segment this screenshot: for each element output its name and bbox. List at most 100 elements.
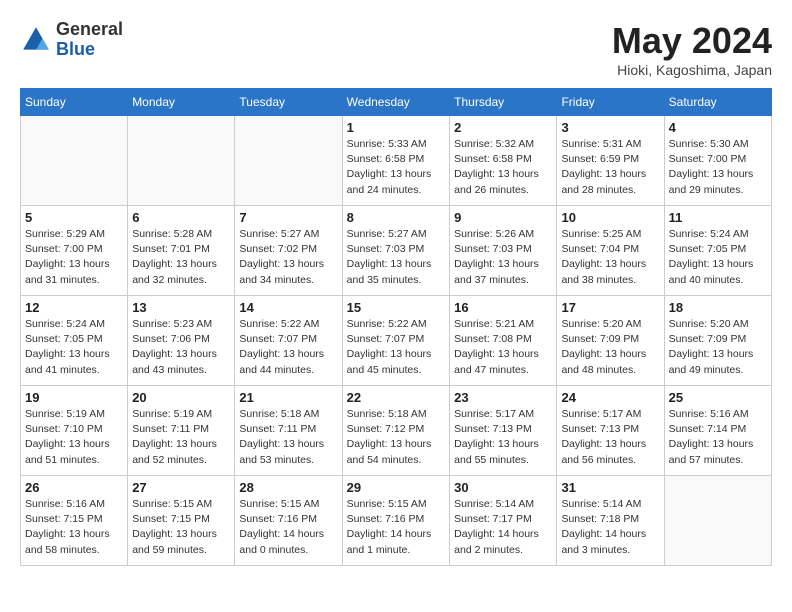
day-number: 18: [669, 300, 767, 315]
calendar-cell: 4Sunrise: 5:30 AM Sunset: 7:00 PM Daylig…: [664, 116, 771, 206]
day-number: 23: [454, 390, 552, 405]
day-number: 19: [25, 390, 123, 405]
day-info: Sunrise: 5:17 AM Sunset: 7:13 PM Dayligh…: [561, 407, 659, 468]
calendar-cell: 25 Sunrise: 5:16 AM Sunset: 7:14 PM Dayli…: [664, 386, 771, 476]
calendar-cell: 6 Sunrise: 5:28 AM Sunset: 7:01 PM Daylig…: [128, 206, 235, 296]
day-info: Sunrise: 5:14 AM Sunset: 7:17 PM Dayligh…: [454, 497, 552, 558]
calendar-cell: [21, 116, 128, 206]
day-info: Sunrise: 5:26 AM Sunset: 7:03 PM Dayligh…: [454, 227, 552, 288]
day-number: 5: [25, 210, 123, 225]
calendar-cell: 5Sunrise: 5:29 AM Sunset: 7:00 PM Daylig…: [21, 206, 128, 296]
day-info: Sunrise: 5:16 AM Sunset: 7:15 PM Dayligh…: [25, 497, 123, 558]
title-area: May 2024 Hioki, Kagoshima, Japan: [612, 20, 772, 78]
calendar-cell: 8 Sunrise: 5:27 AM Sunset: 7:03 PM Daylig…: [342, 206, 450, 296]
calendar-cell: 27Sunrise: 5:15 AM Sunset: 7:15 PM Dayli…: [128, 476, 235, 566]
day-info: Sunrise: 5:33 AM Sunset: 6:58 PM Dayligh…: [347, 137, 446, 198]
day-info: Sunrise: 5:24 AM Sunset: 7:05 PM Dayligh…: [25, 317, 123, 378]
day-number: 31: [561, 480, 659, 495]
day-number: 9: [454, 210, 552, 225]
day-info: Sunrise: 5:22 AM Sunset: 7:07 PM Dayligh…: [347, 317, 446, 378]
calendar-cell: 17 Sunrise: 5:20 AM Sunset: 7:09 PM Dayli…: [557, 296, 664, 386]
day-header-wednesday: Wednesday: [342, 89, 450, 116]
day-info: Sunrise: 5:19 AM Sunset: 7:11 PM Dayligh…: [132, 407, 230, 468]
day-number: 8: [347, 210, 446, 225]
day-number: 25: [669, 390, 767, 405]
day-number: 10: [561, 210, 659, 225]
calendar-cell: 30 Sunrise: 5:14 AM Sunset: 7:17 PM Dayli…: [450, 476, 557, 566]
day-number: 24: [561, 390, 659, 405]
day-info: Sunrise: 5:22 AM Sunset: 7:07 PM Dayligh…: [239, 317, 337, 378]
day-number: 1: [347, 120, 446, 135]
calendar-week-2: 12 Sunrise: 5:24 AM Sunset: 7:05 PM Dayli…: [21, 296, 772, 386]
calendar-cell: 20 Sunrise: 5:19 AM Sunset: 7:11 PM Dayli…: [128, 386, 235, 476]
day-header-thursday: Thursday: [450, 89, 557, 116]
calendar-cell: 23Sunrise: 5:17 AM Sunset: 7:13 PM Dayli…: [450, 386, 557, 476]
day-number: 22: [347, 390, 446, 405]
day-number: 6: [132, 210, 230, 225]
calendar-cell: [235, 116, 342, 206]
day-number: 20: [132, 390, 230, 405]
calendar-cell: 28 Sunrise: 5:15 AM Sunset: 7:16 PM Dayli…: [235, 476, 342, 566]
calendar-cell: [128, 116, 235, 206]
calendar-cell: 22 Sunrise: 5:18 AM Sunset: 7:12 PM Dayli…: [342, 386, 450, 476]
day-info: Sunrise: 5:32 AM Sunset: 6:58 PM Dayligh…: [454, 137, 552, 198]
day-header-friday: Friday: [557, 89, 664, 116]
day-info: Sunrise: 5:18 AM Sunset: 7:12 PM Dayligh…: [347, 407, 446, 468]
calendar-week-4: 26Sunrise: 5:16 AM Sunset: 7:15 PM Dayli…: [21, 476, 772, 566]
calendar-cell: 9 Sunrise: 5:26 AM Sunset: 7:03 PM Daylig…: [450, 206, 557, 296]
calendar-cell: 18 Sunrise: 5:20 AM Sunset: 7:09 PM Dayli…: [664, 296, 771, 386]
day-number: 14: [239, 300, 337, 315]
day-info: Sunrise: 5:25 AM Sunset: 7:04 PM Dayligh…: [561, 227, 659, 288]
day-info: Sunrise: 5:14 AM Sunset: 7:18 PM Dayligh…: [561, 497, 659, 558]
day-number: 7: [239, 210, 337, 225]
day-number: 2: [454, 120, 552, 135]
logo-text: General Blue: [56, 20, 123, 60]
day-number: 11: [669, 210, 767, 225]
calendar-cell: 31 Sunrise: 5:14 AM Sunset: 7:18 PM Dayli…: [557, 476, 664, 566]
calendar-cell: 2 Sunrise: 5:32 AM Sunset: 6:58 PM Daylig…: [450, 116, 557, 206]
day-header-saturday: Saturday: [664, 89, 771, 116]
day-info: Sunrise: 5:31 AM Sunset: 6:59 PM Dayligh…: [561, 137, 659, 198]
calendar-cell: 10 Sunrise: 5:25 AM Sunset: 7:04 PM Dayli…: [557, 206, 664, 296]
day-info: Sunrise: 5:15 AM Sunset: 7:16 PM Dayligh…: [239, 497, 337, 558]
calendar-cell: 12 Sunrise: 5:24 AM Sunset: 7:05 PM Dayli…: [21, 296, 128, 386]
calendar-cell: 15Sunrise: 5:22 AM Sunset: 7:07 PM Dayli…: [342, 296, 450, 386]
day-header-monday: Monday: [128, 89, 235, 116]
day-number: 30: [454, 480, 552, 495]
calendar-cell: 14 Sunrise: 5:22 AM Sunset: 7:07 PM Dayli…: [235, 296, 342, 386]
day-info: Sunrise: 5:19 AM Sunset: 7:10 PM Dayligh…: [25, 407, 123, 468]
day-number: 12: [25, 300, 123, 315]
logo: General Blue: [20, 20, 123, 60]
day-number: 3: [561, 120, 659, 135]
logo-general: General: [56, 20, 123, 40]
calendar-cell: 11 Sunrise: 5:24 AM Sunset: 7:05 PM Dayli…: [664, 206, 771, 296]
calendar-cell: 24 Sunrise: 5:17 AM Sunset: 7:13 PM Dayli…: [557, 386, 664, 476]
calendar-week-3: 19 Sunrise: 5:19 AM Sunset: 7:10 PM Dayli…: [21, 386, 772, 476]
day-info: Sunrise: 5:27 AM Sunset: 7:03 PM Dayligh…: [347, 227, 446, 288]
calendar-cell: 26Sunrise: 5:16 AM Sunset: 7:15 PM Dayli…: [21, 476, 128, 566]
location: Hioki, Kagoshima, Japan: [612, 62, 772, 78]
day-number: 28: [239, 480, 337, 495]
page-header: General Blue May 2024 Hioki, Kagoshima, …: [20, 20, 772, 78]
calendar-cell: 21 Sunrise: 5:18 AM Sunset: 7:11 PM Dayli…: [235, 386, 342, 476]
day-info: Sunrise: 5:16 AM Sunset: 7:14 PM Dayligh…: [669, 407, 767, 468]
day-number: 16: [454, 300, 552, 315]
calendar-cell: 16Sunrise: 5:21 AM Sunset: 7:08 PM Dayli…: [450, 296, 557, 386]
day-info: Sunrise: 5:28 AM Sunset: 7:01 PM Dayligh…: [132, 227, 230, 288]
day-number: 27: [132, 480, 230, 495]
day-info: Sunrise: 5:20 AM Sunset: 7:09 PM Dayligh…: [669, 317, 767, 378]
calendar-header-row: SundayMondayTuesdayWednesdayThursdayFrid…: [21, 89, 772, 116]
calendar-cell: 3 Sunrise: 5:31 AM Sunset: 6:59 PM Daylig…: [557, 116, 664, 206]
day-number: 29: [347, 480, 446, 495]
day-info: Sunrise: 5:18 AM Sunset: 7:11 PM Dayligh…: [239, 407, 337, 468]
calendar-cell: 29Sunrise: 5:15 AM Sunset: 7:16 PM Dayli…: [342, 476, 450, 566]
day-number: 13: [132, 300, 230, 315]
day-number: 17: [561, 300, 659, 315]
day-info: Sunrise: 5:20 AM Sunset: 7:09 PM Dayligh…: [561, 317, 659, 378]
day-header-sunday: Sunday: [21, 89, 128, 116]
day-info: Sunrise: 5:24 AM Sunset: 7:05 PM Dayligh…: [669, 227, 767, 288]
logo-blue: Blue: [56, 40, 123, 60]
day-number: 21: [239, 390, 337, 405]
calendar-table: SundayMondayTuesdayWednesdayThursdayFrid…: [20, 88, 772, 566]
month-title: May 2024: [612, 20, 772, 62]
